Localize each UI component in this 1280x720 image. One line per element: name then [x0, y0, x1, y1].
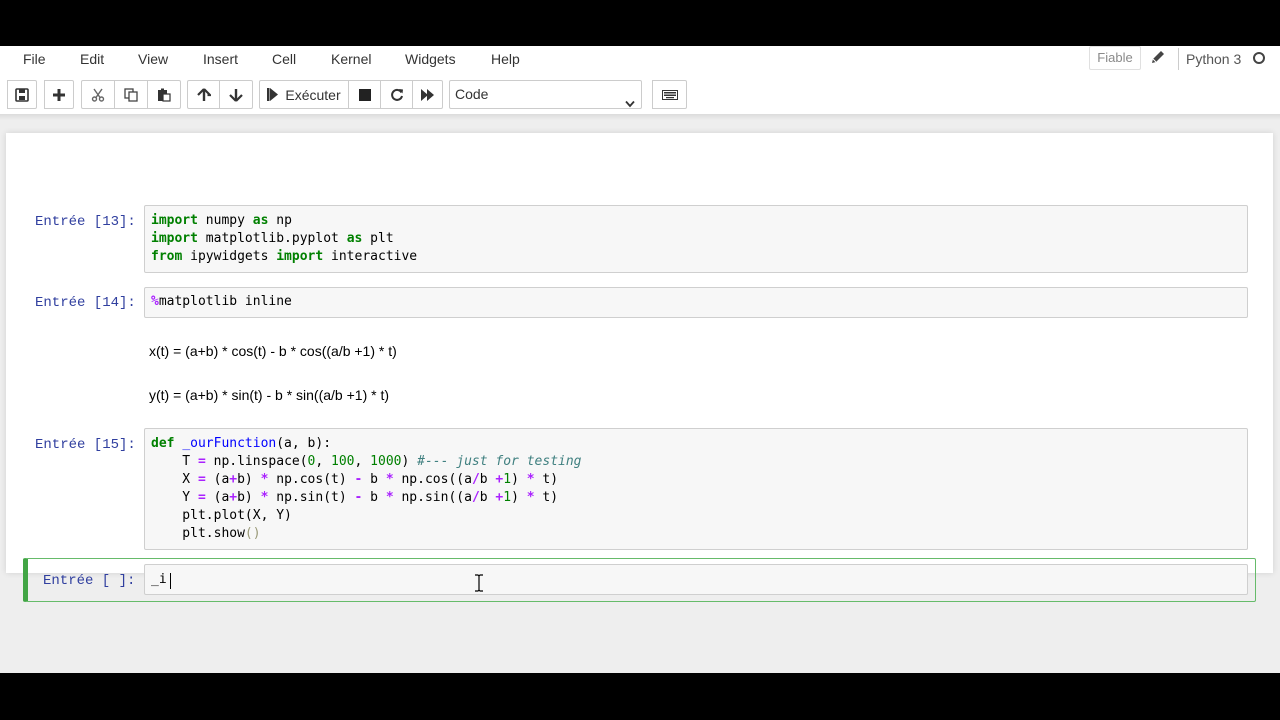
run-button[interactable]: Exécuter — [259, 80, 349, 109]
code-line: Y = (a+b) * np.sin(t) - b * np.sin((a/b … — [151, 490, 559, 505]
cut-icon — [91, 88, 105, 102]
cut-button[interactable] — [81, 80, 115, 109]
copy-button[interactable] — [115, 80, 148, 109]
code-line: T = np.linspace(0, 100, 1000) #--- just … — [151, 454, 582, 469]
cell-prompt: Entrée [13]: — [35, 214, 136, 230]
fast-forward-icon — [420, 88, 435, 101]
markdown-equation-x: x(t) = (a+b) * cos(t) - b * cos((a/b +1)… — [149, 343, 397, 359]
header-shadow — [0, 114, 1280, 120]
code-cell-input[interactable]: %matplotlib inline — [144, 287, 1248, 318]
code-line: import matplotlib.pyplot as plt — [151, 231, 394, 246]
trusted-indicator[interactable]: Fiable — [1089, 46, 1141, 70]
keyboard-icon — [661, 89, 678, 100]
code-line: plt.plot(X, Y) — [151, 508, 292, 523]
save-icon — [15, 87, 29, 102]
code-cell-input[interactable]: import numpy as np import matplotlib.pyp… — [144, 205, 1248, 273]
menu-view[interactable]: View — [138, 49, 168, 69]
arrow-down-icon — [229, 88, 243, 102]
kernel-name[interactable]: Python 3 — [1186, 49, 1241, 69]
cell-prompt: Entrée [15]: — [35, 437, 136, 453]
markdown-equation-y: y(t) = (a+b) * sin(t) - b * sin((a/b +1)… — [149, 387, 390, 403]
toolbar: Exécuter Code — [0, 74, 1280, 114]
menu-help[interactable]: Help — [491, 49, 520, 69]
menu-edit[interactable]: Edit — [80, 49, 104, 69]
save-button[interactable] — [7, 80, 37, 109]
move-down-button[interactable] — [220, 80, 253, 109]
code-line: def _ourFunction(a, b): — [151, 436, 332, 451]
menu-insert[interactable]: Insert — [203, 49, 238, 69]
restart-run-all-button[interactable] — [413, 80, 443, 109]
code-line: X = (a+b) * np.cos(t) - b * np.cos((a/b … — [151, 472, 559, 487]
kernel-separator — [1178, 48, 1179, 70]
paste-icon — [157, 88, 171, 102]
command-palette-button[interactable] — [652, 80, 687, 109]
plus-icon — [52, 88, 66, 102]
step-forward-icon — [267, 88, 279, 101]
code-line: import numpy as np — [151, 213, 292, 228]
menu-file[interactable]: File — [23, 49, 46, 69]
jupyter-window: File Edit View Insert Cell Kernel Widget… — [0, 46, 1280, 673]
code-line: %matplotlib inline — [151, 294, 292, 309]
move-up-button[interactable] — [187, 80, 220, 109]
menubar: File Edit View Insert Cell Kernel Widget… — [0, 46, 1280, 74]
cell-prompt: Entrée [14]: — [35, 295, 136, 311]
insert-cell-button[interactable] — [44, 80, 74, 109]
notebook-container: Entrée [13]: import numpy as np import m… — [6, 133, 1273, 602]
code-line: from ipywidgets import interactive — [151, 249, 418, 264]
paste-button[interactable] — [148, 80, 181, 109]
kernel-idle-icon — [1253, 52, 1265, 64]
text-cursor-icon — [474, 574, 484, 595]
text-caret — [170, 573, 171, 589]
refresh-icon — [390, 88, 404, 102]
cell-prompt: Entrée [ ]: — [43, 573, 136, 589]
chevron-down-icon — [625, 90, 635, 117]
restart-button[interactable] — [381, 80, 413, 109]
cell-type-value: Code — [455, 86, 489, 102]
arrow-up-icon — [196, 87, 211, 102]
code-cell-input[interactable]: def _ourFunction(a, b): T = np.linspace(… — [144, 428, 1248, 550]
interrupt-button[interactable] — [349, 80, 381, 109]
menu-cell[interactable]: Cell — [272, 49, 296, 69]
code-line: plt.show() — [151, 526, 261, 541]
menu-kernel[interactable]: Kernel — [331, 49, 371, 69]
code-cell-input-active[interactable]: _i — [144, 564, 1248, 595]
run-label: Exécuter — [285, 86, 341, 103]
pencil-icon[interactable] — [1150, 49, 1168, 67]
code-line: _i — [151, 572, 167, 587]
copy-icon — [124, 87, 138, 102]
menu-widgets[interactable]: Widgets — [405, 49, 456, 69]
stop-icon — [358, 88, 371, 101]
cell-type-select[interactable]: Code — [449, 80, 642, 109]
